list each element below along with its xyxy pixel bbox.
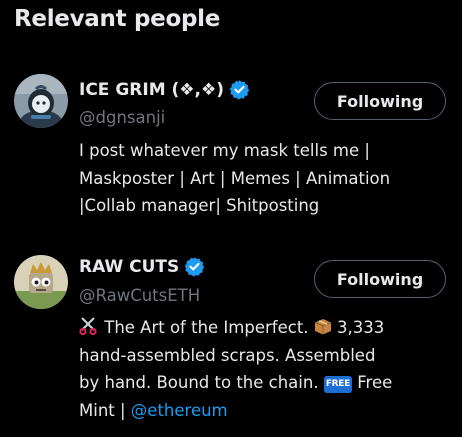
- bio-line: Mint | @ethereum: [79, 397, 449, 425]
- user-bio: I post whatever my mask tells me | Maskp…: [79, 137, 449, 220]
- verified-badge-icon: [229, 79, 250, 100]
- bio-text: The Art of the Imperfect.: [99, 318, 314, 337]
- bio-text: Free: [352, 373, 393, 392]
- bio-text: Mint |: [79, 400, 131, 420]
- scissors-icon: [79, 316, 99, 336]
- crowned-character-avatar[interactable]: [14, 255, 68, 309]
- user-handle[interactable]: @dgnsanji: [79, 108, 165, 127]
- verified-badge-icon: [184, 256, 205, 277]
- display-name[interactable]: RAW CUTS: [79, 257, 179, 277]
- free-badge-icon: FREE: [323, 376, 353, 393]
- bio-line: |Collab manager| Shitposting: [79, 196, 320, 215]
- bio-line: I post whatever my mask tells me |: [79, 141, 370, 160]
- bio-text: by hand. Bound to the chain.: [79, 373, 324, 392]
- bio-line: hand-assembled scraps. Assembled: [79, 345, 376, 365]
- user-handle[interactable]: @RawCutsETH: [79, 286, 200, 305]
- following-button[interactable]: Following: [314, 260, 446, 298]
- bio-line: by hand. Bound to the chain. FREE Free: [79, 369, 449, 397]
- following-button[interactable]: Following: [314, 82, 446, 120]
- bio-line: Maskposter | Art | Memes | Animation: [79, 168, 391, 188]
- display-name[interactable]: ICE GRIM (❖,❖): [79, 80, 224, 100]
- package-icon: [314, 316, 332, 335]
- name-row: ICE GRIM (❖,❖): [79, 79, 250, 100]
- relevant-people-panel: Relevant people ICE GRIM (❖,❖) @dgnsanji…: [0, 0, 462, 437]
- mention-link[interactable]: @ethereum: [131, 401, 228, 420]
- name-row: RAW CUTS: [79, 256, 205, 277]
- bio-line: The Art of the Imperfect. 3,333: [79, 314, 449, 342]
- section-title: Relevant people: [14, 6, 220, 32]
- masked-character-avatar[interactable]: [14, 74, 68, 128]
- user-bio: The Art of the Imperfect. 3,333 hand-ass…: [79, 314, 449, 424]
- bio-text: 3,333: [331, 318, 385, 337]
